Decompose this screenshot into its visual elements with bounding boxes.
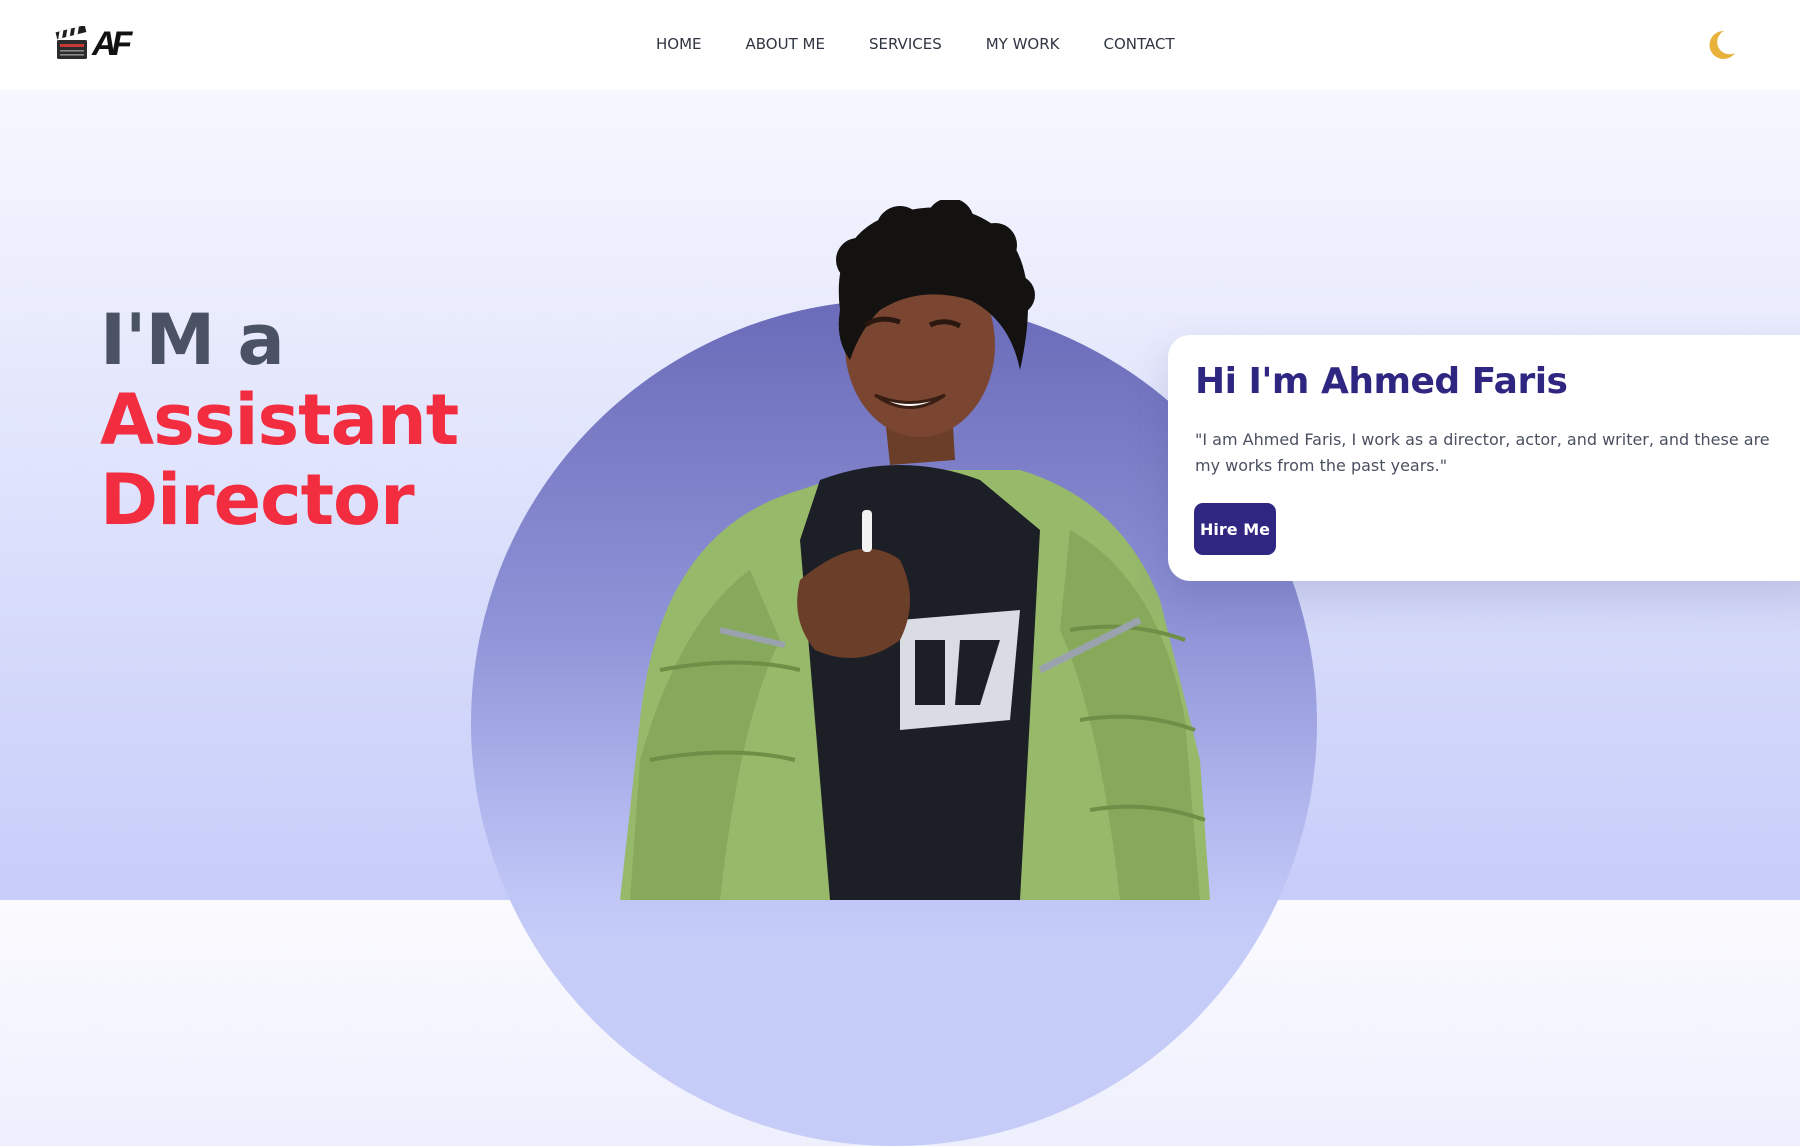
theme-toggle-button[interactable] — [1704, 28, 1738, 62]
nav-item-home[interactable]: HOME — [656, 34, 702, 54]
nav-item-services[interactable]: SERVICES — [869, 34, 942, 54]
crescent-moon-icon — [1709, 30, 1735, 59]
intro-card: Hi I'm Ahmed Faris "I am Ahmed Faris, I … — [1168, 335, 1800, 581]
nav-item-my-work[interactable]: MY WORK — [986, 34, 1060, 54]
logo-initials: AF — [92, 25, 132, 63]
nav-item-contact[interactable]: CONTACT — [1104, 34, 1175, 54]
portrait-photo — [620, 200, 1210, 900]
main-navigation: HOME ABOUT ME SERVICES MY WORK CONTACT — [656, 34, 1175, 54]
site-logo[interactable]: AF — [54, 24, 134, 64]
hire-me-button[interactable]: Hire Me — [1194, 503, 1276, 555]
clapperboard-icon — [55, 26, 87, 59]
hero-role-title: Assistant Director — [100, 379, 459, 541]
hero-intro-line: I'M a — [100, 299, 285, 381]
top-navbar: AF HOME ABOUT ME SERVICES MY WORK CONTAC… — [0, 0, 1800, 90]
hero-heading: I'M a Assistant Director — [100, 300, 480, 540]
intro-description: "I am Ahmed Faris, I work as a director,… — [1195, 430, 1770, 475]
intro-title: Hi I'm Ahmed Faris — [1195, 361, 1568, 402]
nav-item-about-me[interactable]: ABOUT ME — [746, 34, 825, 54]
